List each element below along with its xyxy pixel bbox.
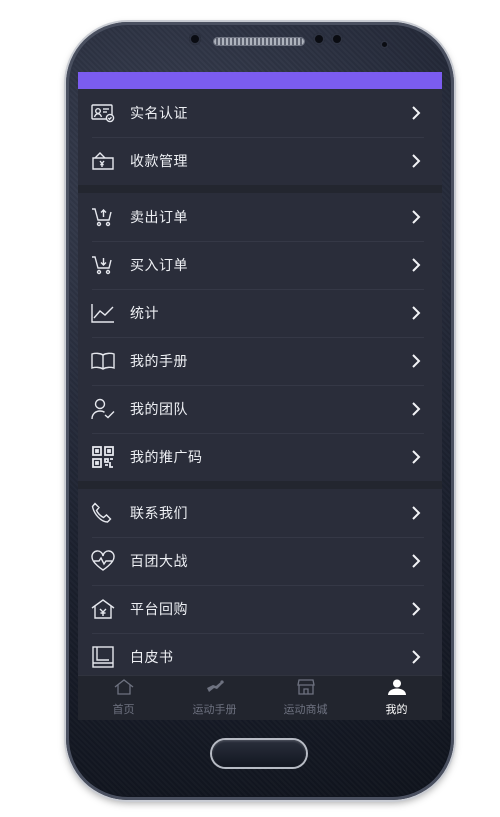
sensor-icon xyxy=(313,33,325,45)
book-icon xyxy=(90,348,116,374)
menu-item-whitepaper[interactable]: 白皮书 xyxy=(78,633,442,681)
cart-sell-icon xyxy=(90,204,116,230)
menu-item-label: 我的手册 xyxy=(130,353,188,369)
menu-item-label: 收款管理 xyxy=(130,153,188,169)
runner-icon xyxy=(203,679,227,700)
menu-item-buy-orders[interactable]: 买入订单 xyxy=(78,241,442,289)
app-screen: 实名认证 收款管理 卖出订单 买入订单 统计 我的手册 我的团队 我的推广码 联… xyxy=(78,72,442,720)
phone-icon xyxy=(90,500,116,526)
tab-label: 运动手册 xyxy=(192,704,237,716)
id-card-icon xyxy=(90,100,116,126)
tab-sports-manual[interactable]: 运动手册 xyxy=(169,676,260,720)
chevron-right-icon xyxy=(406,647,426,667)
team-icon xyxy=(90,396,116,422)
user-icon xyxy=(386,679,408,700)
menu-item-label: 联系我们 xyxy=(130,505,188,521)
menu-item-sell-orders[interactable]: 卖出订单 xyxy=(78,193,442,241)
qr-code-icon xyxy=(90,444,116,470)
tab-home[interactable]: 首页 xyxy=(78,676,169,720)
wallet-yen-icon xyxy=(90,148,116,174)
tab-label: 首页 xyxy=(112,704,135,716)
chevron-right-icon xyxy=(406,503,426,523)
chevron-right-icon xyxy=(406,399,426,419)
tab-label: 运动商城 xyxy=(283,704,328,716)
menu-item-hundred-team-battle[interactable]: 百团大战 xyxy=(78,537,442,585)
whitepaper-icon xyxy=(90,644,116,670)
bottom-tab-bar: 首页 运动手册 运动商城 我的 xyxy=(78,675,442,720)
menu-item-my-team[interactable]: 我的团队 xyxy=(78,385,442,433)
chevron-right-icon xyxy=(406,207,426,227)
line-chart-icon xyxy=(90,300,116,326)
status-bar xyxy=(78,72,442,89)
tab-sports-store[interactable]: 运动商城 xyxy=(260,676,351,720)
menu-item-label: 白皮书 xyxy=(130,649,174,665)
section-divider xyxy=(78,185,442,193)
chevron-right-icon xyxy=(406,151,426,171)
cart-buy-icon xyxy=(90,252,116,278)
menu-item-platform-buyback[interactable]: 平台回购 xyxy=(78,585,442,633)
menu-item-contact-us[interactable]: 联系我们 xyxy=(78,489,442,537)
chevron-right-icon xyxy=(406,303,426,323)
menu-item-label: 平台回购 xyxy=(130,601,188,617)
menu-item-my-manual[interactable]: 我的手册 xyxy=(78,337,442,385)
menu-item-label: 我的推广码 xyxy=(130,449,203,465)
section-divider xyxy=(78,481,442,489)
menu-item-payment[interactable]: 收款管理 xyxy=(78,137,442,185)
store-icon xyxy=(296,679,316,700)
chevron-right-icon xyxy=(406,447,426,467)
menu-item-promo-code[interactable]: 我的推广码 xyxy=(78,433,442,481)
home-icon xyxy=(114,679,134,700)
chevron-right-icon xyxy=(406,599,426,619)
menu-group-more: 联系我们 百团大战 平台回购 白皮书 xyxy=(78,489,442,681)
chevron-right-icon xyxy=(406,255,426,275)
house-yen-icon xyxy=(90,596,116,622)
menu-item-label: 我的团队 xyxy=(130,401,188,417)
menu-item-statistics[interactable]: 统计 xyxy=(78,289,442,337)
chevron-right-icon xyxy=(406,103,426,123)
camera-icon xyxy=(380,40,389,49)
menu-item-real-name[interactable]: 实名认证 xyxy=(78,89,442,137)
menu-item-label: 统计 xyxy=(130,305,159,321)
menu-item-label: 买入订单 xyxy=(130,257,188,273)
tab-label: 我的 xyxy=(385,704,408,716)
menu-item-label: 卖出订单 xyxy=(130,209,188,225)
menu-group-account: 实名认证 收款管理 xyxy=(78,89,442,185)
menu-item-label: 百团大战 xyxy=(130,553,188,569)
tab-mine[interactable]: 我的 xyxy=(351,676,442,720)
chevron-right-icon xyxy=(406,551,426,571)
phone-speaker xyxy=(214,38,304,45)
phone-home-button[interactable] xyxy=(212,740,306,767)
heart-pulse-icon xyxy=(90,548,116,574)
chevron-right-icon xyxy=(406,351,426,371)
sensor-icon xyxy=(331,33,343,45)
menu-item-label: 实名认证 xyxy=(130,105,188,121)
front-camera-icon xyxy=(189,33,201,45)
menu-group-orders: 卖出订单 买入订单 统计 我的手册 我的团队 我的推广码 xyxy=(78,193,442,481)
